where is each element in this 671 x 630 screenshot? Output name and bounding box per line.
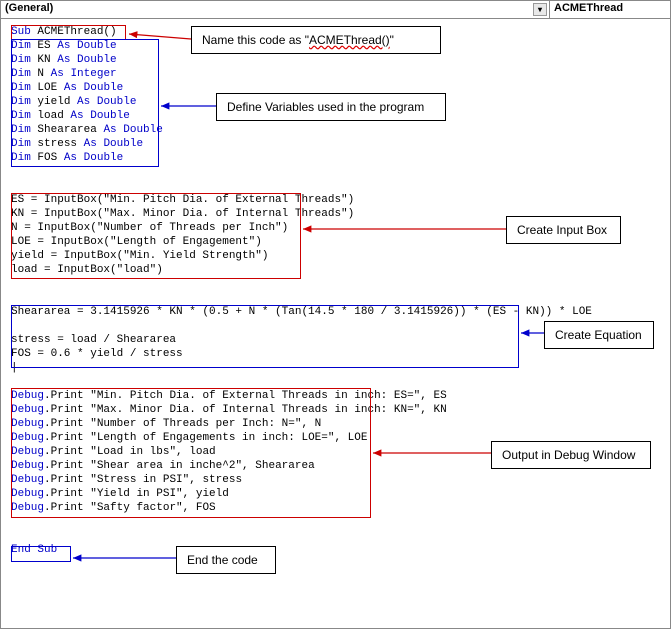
code-line: Dim stress As Double	[11, 137, 660, 151]
code-line: Dim KN As Double	[11, 53, 660, 67]
code-line: Debug.Print "Safty factor", FOS	[11, 501, 660, 515]
code-line: load = InputBox("load")	[11, 263, 660, 277]
procedure-dropdown[interactable]: ACMEThread	[550, 1, 670, 18]
code-line: Debug.Print "Load in lbs", load	[11, 445, 660, 459]
object-dropdown-value: (General)	[5, 2, 53, 14]
blank-line	[11, 515, 660, 529]
code-line: FOS = 0.6 * yield / stress	[11, 347, 660, 361]
code-line: Debug.Print "Min. Pitch Dia. of External…	[11, 389, 660, 403]
blank-line	[11, 277, 660, 291]
code-line: Debug.Print "Length of Engagements in in…	[11, 431, 660, 445]
code-line: Dim load As Double	[11, 109, 660, 123]
code-line: End Sub	[11, 543, 660, 557]
chevron-down-icon[interactable]: ▾	[533, 3, 547, 16]
procedure-dropdown-value: ACMEThread	[554, 2, 623, 14]
blank-line	[11, 291, 660, 305]
code-line: Dim LOE As Double	[11, 81, 660, 95]
blank-line	[11, 165, 660, 179]
code-line: Debug.Print "Yield in PSI", yield	[11, 487, 660, 501]
code-line: Debug.Print "Max. Minor Dia. of Internal…	[11, 403, 660, 417]
blank-line	[11, 179, 660, 193]
blank-line	[11, 529, 660, 543]
code-line: Dim N As Integer	[11, 67, 660, 81]
code-line: N = InputBox("Number of Threads per Inch…	[11, 221, 660, 235]
blank-line	[11, 375, 660, 389]
code-line: Debug.Print "Stress in PSI", stress	[11, 473, 660, 487]
code-line: Debug.Print "Shear area in inche^2", She…	[11, 459, 660, 473]
code-line: stress = load / Sheararea	[11, 333, 660, 347]
blank-line	[11, 319, 660, 333]
code-line: Debug.Print "Number of Threads per Inch:…	[11, 417, 660, 431]
code-line: KN = InputBox("Max. Minor Dia. of Intern…	[11, 207, 660, 221]
code-line: LOE = InputBox("Length of Engagement")	[11, 235, 660, 249]
object-dropdown[interactable]: (General) ▾	[1, 1, 550, 18]
topbar: (General) ▾ ACMEThread	[1, 1, 670, 19]
code-line: Dim FOS As Double	[11, 151, 660, 165]
code-area[interactable]: Sub ACMEThread() Dim ES As Double Dim KN…	[1, 19, 670, 628]
code-line: Dim ES As Double	[11, 39, 660, 53]
code-line: yield = InputBox("Min. Yield Strength")	[11, 249, 660, 263]
code-line: |	[11, 361, 660, 375]
code-line: Sub ACMEThread()	[11, 25, 660, 39]
code-line: Dim Sheararea As Double	[11, 123, 660, 137]
code-line: Sheararea = 3.1415926 * KN * (0.5 + N * …	[11, 305, 660, 319]
code-line: ES = InputBox("Min. Pitch Dia. of Extern…	[11, 193, 660, 207]
code-line: Dim yield As Double	[11, 95, 660, 109]
